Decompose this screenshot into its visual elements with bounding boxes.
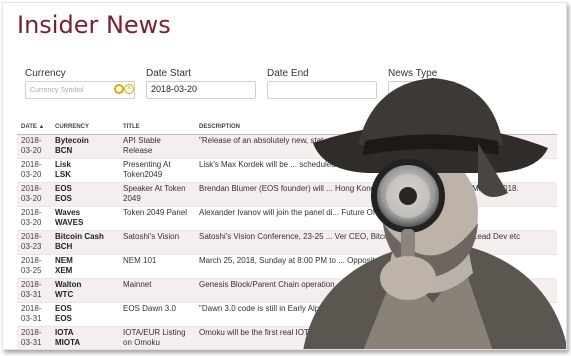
currency-placeholder: Currency Symbol bbox=[30, 87, 84, 94]
column-header-currency[interactable]: CURRENCY bbox=[51, 120, 119, 135]
date-start-input[interactable]: 2018-03-20 bbox=[146, 81, 256, 99]
date-cell: 2018- 03-20 bbox=[17, 206, 51, 231]
date-cell: 2018- 03-25 bbox=[17, 254, 51, 279]
date-cell: 2018- 03-20 bbox=[17, 134, 51, 159]
date-start-label: Date Start bbox=[146, 68, 192, 79]
currency-cell: NEM XEM bbox=[51, 254, 119, 279]
column-header-title[interactable]: TITLE bbox=[119, 120, 195, 135]
title-cell: Speaker At Token 2049 bbox=[119, 182, 195, 207]
title-cell: NEM 101 bbox=[119, 254, 195, 279]
news-panel: Insider News Currency Currency Symbol × … bbox=[2, 2, 567, 350]
title-cell: EOS Dawn 3.0 bbox=[119, 302, 195, 327]
title-cell: Presenting At Token2049 bbox=[119, 158, 195, 183]
currency-cell: Waves WAVES bbox=[51, 206, 119, 231]
title-cell: Token 2049 Panel bbox=[119, 206, 195, 231]
currency-cell: IOTA MIOTA bbox=[51, 326, 119, 349]
currency-cell: Walton WTC bbox=[51, 278, 119, 303]
date-cell: 2018- 03-31 bbox=[17, 278, 51, 303]
title-cell: IOTA/EUR Listing on Omoku bbox=[119, 326, 195, 349]
date-cell: 2018- 03-31 bbox=[17, 302, 51, 327]
currency-input[interactable]: Currency Symbol × bbox=[25, 81, 135, 99]
clear-icon[interactable]: × bbox=[124, 84, 134, 94]
currency-cell: EOS EOS bbox=[51, 302, 119, 327]
currency-cell: EOS EOS bbox=[51, 182, 119, 207]
title-cell: API Stable Release bbox=[119, 134, 195, 159]
title-cell: Satoshi's Vision bbox=[119, 230, 195, 255]
column-header-date[interactable]: DATE ▲ bbox=[17, 120, 51, 135]
currency-cell: Lisk LSK bbox=[51, 158, 119, 183]
currency-label: Currency bbox=[25, 68, 66, 79]
date-cell: 2018- 03-20 bbox=[17, 182, 51, 207]
page-title: Insider News bbox=[17, 11, 171, 39]
currency-cell: Bitcoin Cash BCH bbox=[51, 230, 119, 255]
date-cell: 2018- 03-31 bbox=[17, 326, 51, 349]
title-cell: Mainnet bbox=[119, 278, 195, 303]
date-cell: 2018- 03-23 bbox=[17, 230, 51, 255]
detective-image bbox=[303, 78, 566, 349]
date-cell: 2018- 03-20 bbox=[17, 158, 51, 183]
currency-cell: Bytecoin BCN bbox=[51, 134, 119, 159]
search-icon[interactable] bbox=[114, 84, 124, 94]
